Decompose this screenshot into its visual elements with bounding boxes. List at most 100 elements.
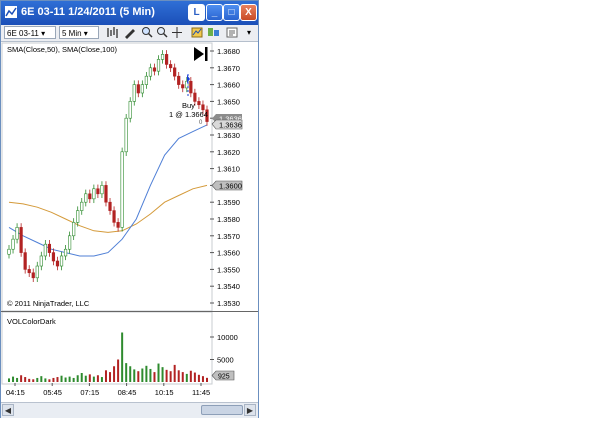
- price-bar-body: [84, 193, 88, 203]
- chart-horizontal-scrollbar[interactable]: ◀ ▶: [1, 402, 258, 418]
- volume-bar: [52, 377, 55, 382]
- last-price-value: 1.3636: [219, 121, 242, 130]
- price-bar-body: [173, 67, 177, 77]
- price-bar-body: [35, 265, 39, 279]
- volume-bar: [165, 369, 168, 382]
- indicator-legend: SMA(Close,50), SMA(Close,100): [7, 45, 118, 54]
- last-price-badge: 1.3636 1.3636: [211, 114, 243, 130]
- volume-bar: [177, 370, 180, 382]
- volume-bar: [36, 377, 39, 382]
- volume-bar: [137, 371, 140, 382]
- volume-bar: [68, 376, 71, 382]
- volume-bar: [153, 372, 156, 382]
- interval-selector[interactable]: 5 Min ▾: [59, 26, 99, 39]
- time-tick-label: 11:45: [192, 388, 210, 397]
- chart-area[interactable]: 1.36801.36701.36601.36501.36401.36301.36…: [1, 42, 258, 402]
- price-bar-body: [7, 248, 11, 255]
- indicators-icon[interactable]: [191, 26, 203, 39]
- copyright-text: © 2011 NinjaTrader, LLC: [7, 299, 90, 308]
- volume-badge: 925: [211, 370, 235, 381]
- price-bar-body: [120, 151, 124, 228]
- volume-bar: [145, 365, 148, 382]
- volume-bar: [157, 363, 160, 382]
- volume-bar: [84, 375, 87, 382]
- price-bar-body: [76, 210, 80, 223]
- order-action-text: Buy: [182, 101, 195, 110]
- close-button[interactable]: X: [240, 4, 257, 21]
- volume-bar: [48, 379, 51, 382]
- price-tick-label: 1.3650: [217, 97, 240, 106]
- instrument-selector[interactable]: 6E 03-11 ▾: [4, 26, 56, 39]
- price-bar-body: [181, 84, 185, 89]
- price-bar-body: [15, 227, 19, 240]
- price-bar-body: [189, 80, 193, 94]
- price-bar-body: [136, 84, 140, 94]
- volume-bar: [201, 376, 204, 382]
- volume-bar: [12, 376, 15, 382]
- strategies-icon[interactable]: [207, 26, 221, 39]
- volume-tick-label: 5000: [217, 356, 234, 365]
- drawing-tool-icon[interactable]: [123, 26, 137, 39]
- title-bar[interactable]: 6E 03-11 1/24/2011 (5 Min) L _ □ X: [1, 1, 258, 25]
- price-bar-body: [160, 54, 165, 60]
- price-tick-label: 1.3670: [217, 64, 240, 73]
- volume-bar: [60, 375, 63, 382]
- sma-price-badge: 1.3600: [211, 180, 243, 191]
- price-bar-body: [169, 64, 173, 69]
- volume-bar: [185, 373, 188, 382]
- price-tick-label: 1.3560: [217, 249, 240, 258]
- price-bar-body: [19, 227, 23, 253]
- time-tick-label: 07:15: [80, 388, 99, 397]
- volume-bar: [197, 374, 200, 382]
- price-axis: 1.36801.36701.36601.36501.36401.36301.36…: [210, 47, 240, 308]
- price-tick-label: 1.3550: [217, 265, 240, 274]
- price-bar-body: [92, 188, 96, 200]
- volume-bar: [16, 377, 19, 382]
- price-bar-body: [100, 185, 104, 195]
- price-bar-body: [59, 255, 64, 267]
- scroll-right-arrow[interactable]: ▶: [244, 404, 256, 416]
- price-bar-body: [112, 210, 116, 223]
- zoom-out-icon[interactable]: [156, 26, 168, 39]
- toolbar-overflow-icon[interactable]: ▾: [247, 26, 251, 39]
- volume-bar: [129, 366, 132, 382]
- volume-bar: [117, 359, 120, 382]
- price-tick-label: 1.3590: [217, 198, 240, 207]
- volume-axis: 10000 5000: [210, 333, 238, 365]
- zoom-in-icon[interactable]: [141, 26, 153, 39]
- scrollbar-thumb[interactable]: [201, 405, 243, 415]
- volume-bar: [96, 375, 99, 382]
- price-bar-body: [68, 235, 72, 250]
- chart-canvas[interactable]: 1.36801.36701.36601.36501.36401.36301.36…: [1, 42, 258, 402]
- price-tick-label: 1.3680: [217, 47, 240, 56]
- chart-window: 6E 03-11 1/24/2011 (5 Min) L _ □ X 6E 03…: [0, 0, 259, 418]
- price-bar-body: [197, 101, 201, 106]
- maximize-button[interactable]: □: [223, 4, 240, 21]
- minimize-button[interactable]: _: [206, 4, 223, 21]
- price-bar-body: [144, 75, 148, 85]
- time-tick-label: 08:45: [118, 388, 137, 397]
- scroll-left-arrow[interactable]: ◀: [2, 404, 14, 416]
- properties-icon[interactable]: [226, 26, 238, 39]
- volume-bar: [100, 377, 103, 382]
- price-bar-body: [11, 238, 15, 250]
- bar-type-icon[interactable]: [105, 26, 119, 39]
- price-bar-body: [51, 252, 56, 262]
- crosshair-icon[interactable]: [171, 26, 183, 39]
- price-bar-body: [140, 84, 144, 94]
- volume-indicator-label: VOLColorDark: [7, 317, 56, 326]
- volume-bar: [80, 373, 83, 382]
- volume-tick-label: 10000: [217, 333, 238, 342]
- price-bar-body: [156, 59, 161, 72]
- instrument-label: 6E 03-11: [7, 29, 39, 38]
- link-button[interactable]: L: [188, 4, 205, 21]
- price-bar-body: [164, 54, 169, 65]
- volume-bar: [24, 377, 27, 382]
- volume-bar: [92, 376, 95, 382]
- price-tick-label: 1.3610: [217, 165, 240, 174]
- price-tick-label: 1.3540: [217, 282, 240, 291]
- price-bar-body: [23, 252, 27, 270]
- volume-bar: [64, 377, 67, 382]
- price-bar-body: [108, 201, 112, 211]
- price-bar-body: [63, 248, 68, 257]
